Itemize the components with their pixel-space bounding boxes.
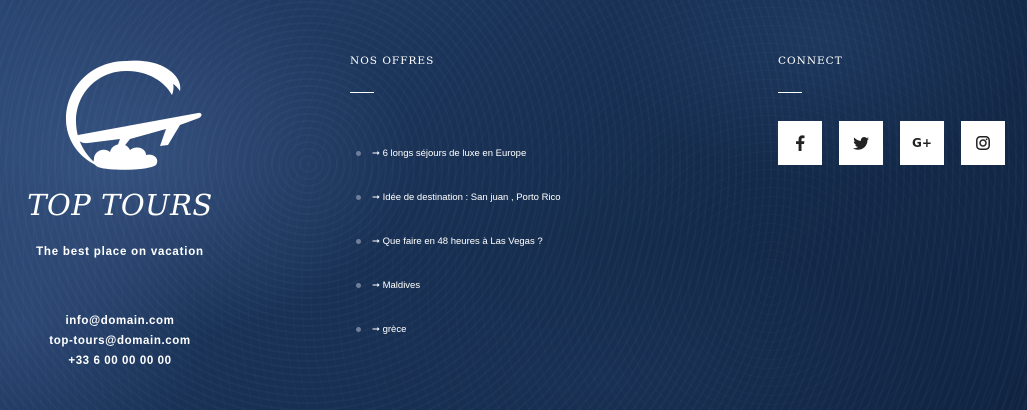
bullet-icon xyxy=(356,327,361,332)
facebook-button[interactable] xyxy=(778,121,822,165)
bullet-icon xyxy=(356,283,361,288)
offer-link[interactable]: ➞ 6 longs séjours de luxe en Europe xyxy=(356,143,561,187)
offer-link-label: ➞ Que faire en 48 heures à Las Vegas ? xyxy=(372,236,543,247)
bullet-icon xyxy=(356,239,361,244)
facebook-icon xyxy=(796,135,805,151)
offer-link[interactable]: ➞ Que faire en 48 heures à Las Vegas ? xyxy=(356,231,561,275)
google-plus-icon: G+ xyxy=(912,136,932,150)
tagline: The best place on vacation xyxy=(36,246,204,258)
offer-link[interactable]: ➞ grèce xyxy=(356,319,561,363)
email-link[interactable]: info@domain.com xyxy=(0,311,240,331)
instagram-button[interactable] xyxy=(961,121,1005,165)
google-plus-button[interactable]: G+ xyxy=(900,121,944,165)
instagram-icon xyxy=(976,136,990,150)
phone-number[interactable]: +33 6 00 00 00 00 xyxy=(0,351,240,371)
email-link-secondary[interactable]: top-tours@domain.com xyxy=(0,331,240,351)
plane-swoosh-logo[interactable] xyxy=(48,55,203,180)
bullet-icon xyxy=(356,151,361,156)
bullet-icon xyxy=(356,195,361,200)
offer-link-label: ➞ Maldives xyxy=(372,280,421,291)
connect-heading: CONNECT xyxy=(778,55,843,67)
heading-divider xyxy=(350,92,374,93)
offer-link[interactable]: ➞ Maldives xyxy=(356,275,561,319)
social-links: G+ xyxy=(778,121,1005,165)
twitter-icon xyxy=(853,136,869,150)
offers-heading: NOS OFFRES xyxy=(350,55,435,67)
offers-column: NOS OFFRES ➞ 6 longs séjours de luxe en … xyxy=(350,0,730,410)
offer-link[interactable]: ➞ Idée de destination : San juan , Porto… xyxy=(356,187,561,231)
offer-link-label: ➞ 6 longs séjours de luxe en Europe xyxy=(372,148,527,159)
twitter-button[interactable] xyxy=(839,121,883,165)
brand-column: TOP TOURS The best place on vacation inf… xyxy=(0,0,250,410)
heading-divider xyxy=(778,92,802,93)
offers-list: ➞ 6 longs séjours de luxe en Europe ➞ Id… xyxy=(356,143,561,363)
brand-name: TOP TOURS xyxy=(27,188,213,222)
offer-link-label: ➞ Idée de destination : San juan , Porto… xyxy=(372,192,561,203)
connect-column: CONNECT G+ xyxy=(778,0,1018,410)
contact-info: info@domain.com top-tours@domain.com +33… xyxy=(0,311,240,371)
offer-link-label: ➞ grèce xyxy=(372,324,407,335)
